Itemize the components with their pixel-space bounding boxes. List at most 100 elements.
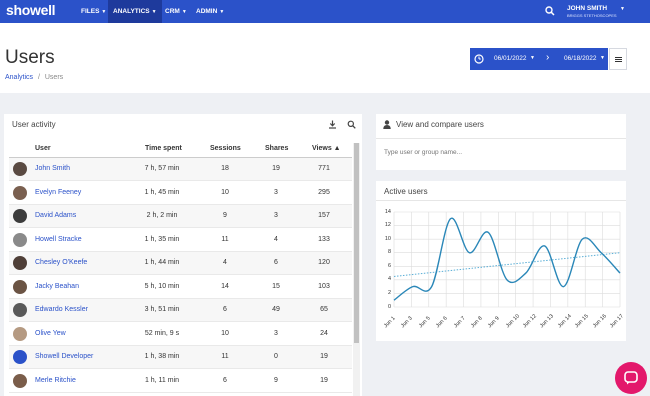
user-menu-name[interactable]: JOHN SMITH [567,5,607,12]
nav-files-label: FILES [81,8,100,15]
user-name-link[interactable]: Evelyn Feeney [35,189,81,196]
shares-cell: 15 [272,282,280,290]
table-row[interactable]: Howell Stracke 1 h, 35 min 11 4 133 [9,229,352,252]
user-name-link[interactable]: John Smith [35,165,70,172]
date-from[interactable]: 06/01/2022 [494,55,527,62]
views-cell: 295 [318,188,330,196]
chat-launcher-button[interactable] [615,362,647,394]
user-group-search-input[interactable] [384,146,614,158]
shares-cell: 0 [274,353,278,360]
sessions-cell: 11 [221,353,229,360]
nav-files[interactable]: FILES ▼ [76,0,111,23]
page-title: Users [5,47,55,68]
views-cell: 19 [320,376,328,384]
avatar [13,162,27,176]
views-cell: 24 [320,329,328,337]
download-icon[interactable] [328,120,337,129]
scrollbar-thumb[interactable] [354,143,359,343]
shares-cell: 4 [274,235,278,243]
hamburger-icon [615,57,622,58]
time-spent-cell: 1 h, 11 min [144,376,180,384]
column-header-shares[interactable]: Shares [265,145,288,152]
y-axis-tick-label: 10 [384,235,391,242]
avatar [13,185,27,200]
sessions-cell: 10 [221,329,229,337]
nav-analytics[interactable]: ANALYTICS ▼ [108,0,162,23]
time-spent-cell: 52 min, 9 s [144,329,180,337]
sessions-cell: 6 [223,376,227,384]
menu-button[interactable] [609,48,627,70]
table-row[interactable]: Chesley O'Keefe 1 h, 44 min 4 6 120 [9,252,352,275]
table-row[interactable]: Evelyn Feeney 1 h, 45 min 10 3 295 [9,182,352,205]
chevron-right-icon: › [546,52,550,63]
chevron-down-icon: ▼ [101,9,107,15]
user-name-link[interactable]: Merle Ritchie [35,377,76,384]
table-row[interactable]: Olive Yew 52 min, 9 s 10 3 24 [9,323,352,346]
avatar [13,209,27,223]
table-row[interactable]: John Smith 7 h, 57 min 18 19 771 [9,158,352,181]
shares-cell: 3 [274,329,278,337]
views-cell: 120 [318,259,330,266]
chart-series-line [393,217,621,301]
views-cell: 19 [320,353,328,360]
avatar [13,303,27,317]
sessions-cell: 11 [221,235,229,243]
column-header-views[interactable]: Views ▲ [312,145,341,152]
sessions-cell: 14 [221,282,229,290]
table-row[interactable]: Edwardo Kessler 3 h, 51 min 6 49 65 [9,299,352,322]
column-header-user[interactable]: User [35,145,51,152]
chevron-down-icon[interactable]: ▼ [620,6,625,12]
avatar [13,279,27,294]
avatar [13,256,27,270]
shares-cell: 3 [274,188,278,196]
user-icon [383,120,391,129]
table-row[interactable]: Jacky Beahan 5 h, 10 min 14 15 103 [9,276,352,299]
shares-cell: 6 [274,259,278,266]
search-icon[interactable] [347,120,356,129]
column-header-sessions[interactable]: Sessions [210,145,241,152]
date-to[interactable]: 06/18/2022 [564,55,597,62]
y-axis-tick-label: 12 [384,222,391,229]
shares-cell: 19 [272,165,280,172]
chevron-down-icon[interactable]: ▼ [530,55,535,61]
views-cell: 771 [318,165,330,172]
avatar [13,350,27,364]
showell-logo[interactable]: showell [6,2,56,18]
time-spent-cell: 1 h, 35 min [144,235,180,243]
user-name-link[interactable]: Showell Developer [35,353,93,360]
chevron-down-icon: ▼ [219,9,225,15]
breadcrumb-analytics-link[interactable]: Analytics [5,74,33,81]
column-header-time-spent[interactable]: Time spent [145,145,182,152]
time-spent-cell: 5 h, 10 min [144,282,180,290]
user-name-link[interactable]: Edwardo Kessler [35,306,88,313]
y-axis-tick-label: 6 [387,262,391,269]
user-name-link[interactable]: David Adams [35,212,76,219]
nav-admin-label: ADMIN [196,8,218,15]
chart-trend-line [393,252,621,277]
user-activity-title: User activity [12,120,56,129]
table-row[interactable]: Showell Developer 1 h, 38 min 11 0 19 [9,346,352,369]
table-row[interactable]: Merle Ritchie 1 h, 11 min 6 9 19 [9,370,352,393]
user-name-link[interactable]: Chesley O'Keefe [35,259,87,266]
breadcrumb: Analytics / Users [5,74,63,81]
chevron-down-icon[interactable]: ▼ [600,55,605,61]
user-name-link[interactable]: Howell Stracke [35,236,82,243]
hamburger-icon-line [615,59,622,60]
time-spent-cell: 1 h, 38 min [144,353,180,360]
sessions-cell: 9 [223,212,227,219]
y-axis-tick-label: 8 [387,249,391,256]
search-icon[interactable] [545,5,555,17]
shares-cell: 3 [274,212,278,219]
nav-crm-label: CRM [165,8,180,15]
y-axis-tick-label: 2 [387,289,391,296]
table-row[interactable]: David Adams 2 h, 2 min 9 3 157 [9,205,352,228]
hamburger-icon-line [615,61,622,62]
user-name-link[interactable]: Olive Yew [35,330,66,337]
nav-admin[interactable]: ADMIN ▼ [191,0,229,23]
user-name-link[interactable]: Jacky Beahan [35,283,79,290]
avatar [13,373,27,388]
nav-crm[interactable]: CRM ▼ [160,0,192,23]
views-cell: 65 [320,306,328,313]
avatar [13,326,27,341]
time-spent-cell: 1 h, 45 min [144,188,180,196]
